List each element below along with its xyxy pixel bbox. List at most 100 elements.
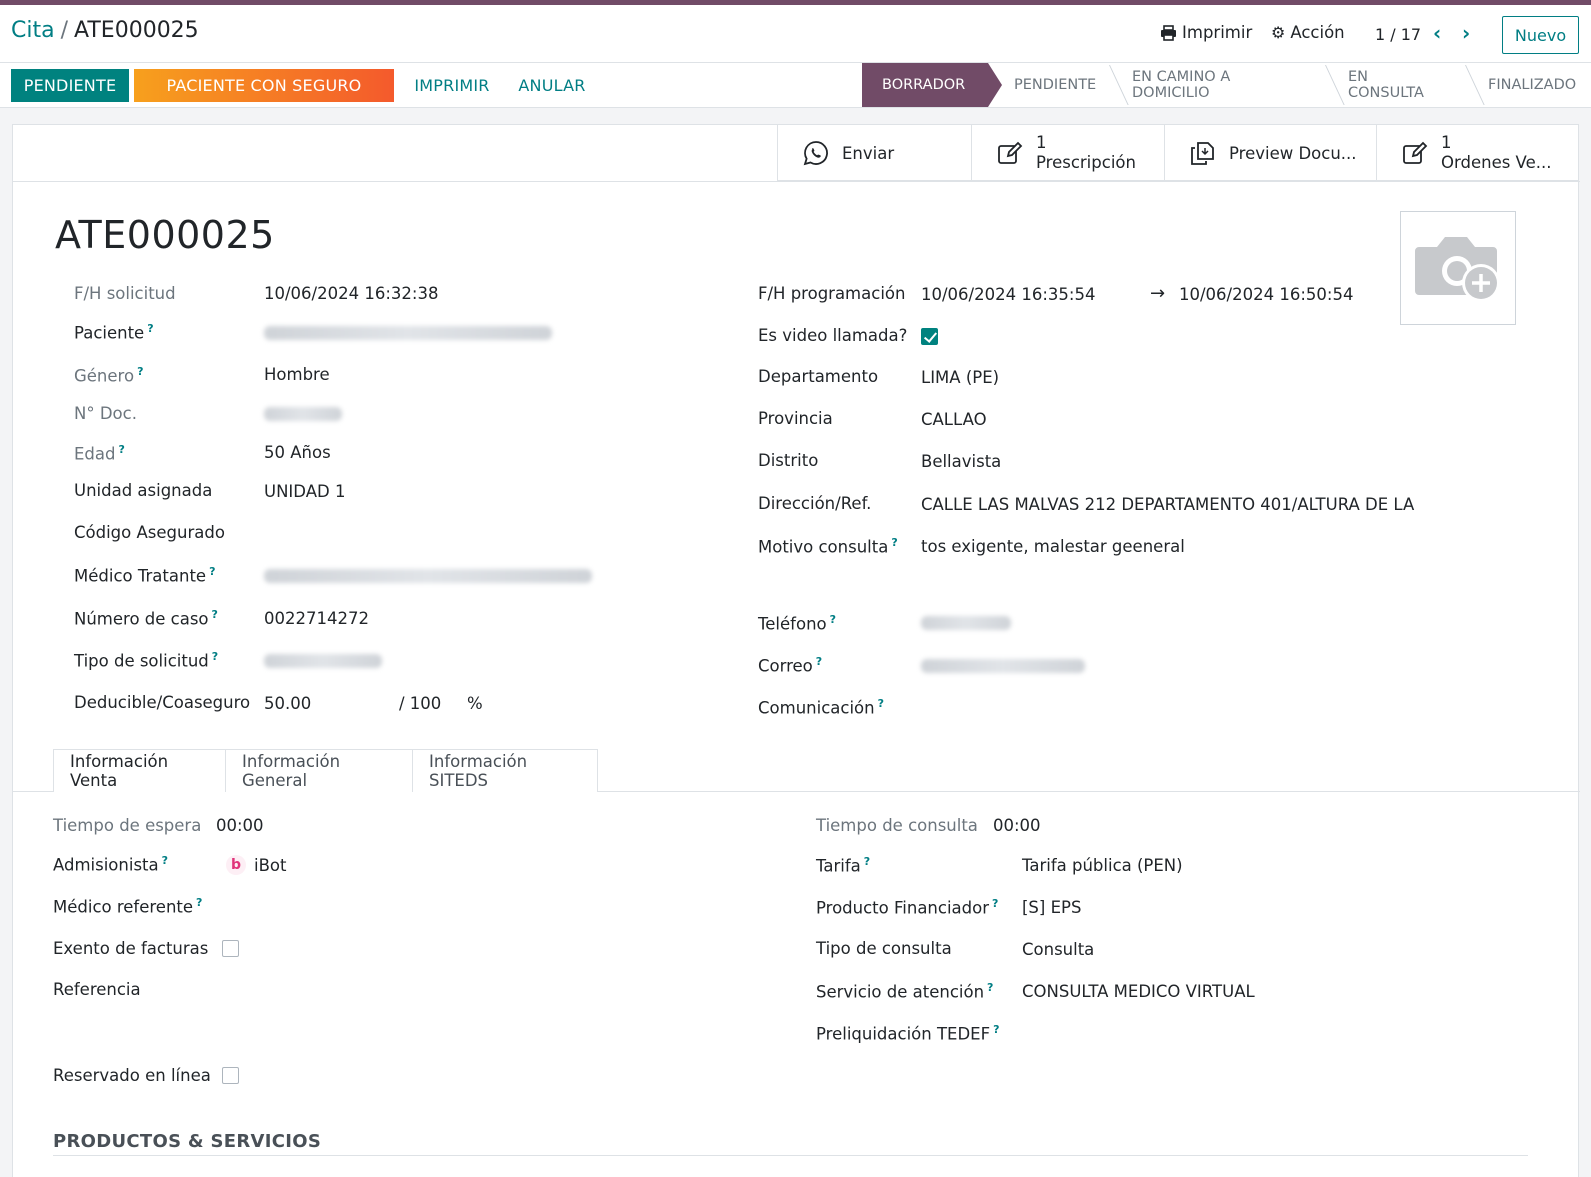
pager-value[interactable]: 1 / 17 [1375, 25, 1421, 44]
imprimir-button[interactable]: IMPRIMIR [408, 69, 496, 102]
section-divider [53, 1155, 1528, 1156]
tiempo-espera-label: Tiempo de espera [53, 816, 202, 835]
new-record-button[interactable]: Nuevo [1502, 16, 1579, 54]
video-llamada-checkbox[interactable] [921, 328, 938, 345]
tab-informacion-venta[interactable]: Información Venta [53, 749, 226, 792]
fh-programacion-end[interactable]: 10/06/2024 16:50:54 [1179, 285, 1353, 304]
gear-icon: ⚙ [1271, 23, 1286, 42]
motivo-consulta-value[interactable]: tos exigente, malestar geeneral [921, 537, 1185, 556]
status-bar: PENDIENTE PACIENTE CON SEGURO IMPRIMIR A… [0, 63, 1591, 108]
exento-facturas-checkbox[interactable] [222, 940, 239, 957]
tipo-solicitud-label: Tipo de solicitud? [74, 650, 219, 671]
notebook-tabs: Información Venta Información General In… [53, 749, 598, 792]
telefono-label: Teléfono? [758, 613, 837, 634]
pager-previous-icon[interactable]: ‹ [1433, 21, 1441, 45]
video-llamada-label: Es video llamada? [758, 326, 908, 345]
prescripcion-smart-button[interactable]: 1 Prescripción [971, 125, 1164, 181]
printer-icon [1161, 24, 1176, 41]
medico-referente-label: Médico referente? [53, 896, 203, 917]
ordenes-count: 1 [1441, 133, 1452, 152]
servicio-atencion-value[interactable]: CONSULTA MEDICO VIRTUAL [1022, 982, 1255, 1001]
form-sheet: Enviar 1 Prescripción Preview Docu... 1 Or… [12, 124, 1580, 1177]
breadcrumb-parent[interactable]: Cita [11, 18, 55, 43]
numero-caso-label: Número de caso? [74, 608, 218, 629]
breadcrumb-current: ATE000025 [74, 18, 199, 43]
preview-document-smart-button[interactable]: Preview Docu... [1164, 125, 1376, 181]
tipo-consulta-value[interactable]: Consulta [1022, 940, 1094, 959]
fh-programacion-start[interactable]: 10/06/2024 16:35:54 [921, 285, 1095, 304]
direccion-label: Dirección/Ref. [758, 494, 872, 513]
stage-pendiente[interactable]: PENDIENTE [988, 63, 1108, 107]
anular-button[interactable]: ANULAR [512, 69, 592, 102]
arrow-right-icon: → [1150, 283, 1166, 304]
unidad-label: Unidad asignada [74, 481, 213, 500]
genero-label: Género? [74, 365, 144, 386]
telefono-value-redacted[interactable] [921, 616, 1011, 630]
button-box-divider [13, 181, 1580, 182]
distrito-value[interactable]: Bellavista [921, 452, 1001, 471]
pager-next-icon[interactable]: › [1462, 21, 1470, 45]
admisionista-value[interactable]: b iBot [226, 855, 286, 875]
edad-label: Edad? [74, 443, 125, 464]
control-panel: Cita / ATE000025 Imprimir ⚙ Acción 1 / 17 … [0, 5, 1591, 63]
paciente-value-redacted[interactable] [264, 326, 552, 340]
unidad-value[interactable]: UNIDAD 1 [264, 482, 345, 501]
tab-informacion-siteds[interactable]: Información SITEDS [412, 749, 598, 792]
numero-caso-value: 0022714272 [264, 609, 369, 628]
servicio-atencion-label: Servicio de atención? [816, 981, 994, 1002]
motivo-consulta-label: Motivo consulta? [758, 536, 898, 557]
deducible-percent: % [467, 694, 483, 713]
paciente-label: Paciente? [74, 322, 154, 343]
enviar-smart-button[interactable]: Enviar [777, 125, 971, 181]
edit-icon [998, 141, 1023, 164]
tipo-solicitud-value-redacted[interactable] [264, 654, 382, 668]
copy-icon [1191, 142, 1214, 165]
exento-facturas-label: Exento de facturas [53, 939, 209, 958]
tiempo-consulta-label: Tiempo de consulta [816, 816, 978, 835]
reservado-linea-checkbox[interactable] [222, 1067, 239, 1084]
correo-value-redacted[interactable] [921, 659, 1085, 673]
medico-tratante-value-redacted[interactable] [264, 569, 592, 583]
tarifa-label: Tarifa? [816, 855, 871, 876]
direccion-value[interactable]: CALLE LAS MALVAS 212 DEPARTAMENTO 401/AL… [921, 495, 1414, 514]
ordenes-smart-button[interactable]: 1 Ordenes Ve... [1376, 125, 1579, 181]
record-title: ATE000025 [55, 213, 275, 257]
preliquidacion-label: Preliquidación TEDEF? [816, 1023, 1000, 1044]
action-menu-button[interactable]: ⚙ Acción [1271, 23, 1345, 42]
admisionista-name: iBot [254, 855, 287, 875]
print-menu-button[interactable]: Imprimir [1160, 23, 1252, 42]
stage-pipeline: BORRADOR PENDIENTE EN CAMINO A DOMICILIO… [862, 63, 1590, 107]
fh-programacion-label: F/H programación [758, 284, 906, 303]
edad-value: 50 Años [264, 443, 331, 462]
fh-solicitud-value: 10/06/2024 16:32:38 [264, 284, 439, 303]
tab-informacion-general[interactable]: Información General [225, 749, 413, 792]
tarifa-value[interactable]: Tarifa pública (PEN) [1022, 856, 1183, 875]
enviar-label: Enviar [842, 143, 895, 163]
stage-en-consulta[interactable]: EN CONSULTA [1324, 63, 1464, 107]
ndoc-label: N° Doc. [74, 404, 137, 423]
paciente-con-seguro-button[interactable]: PACIENTE CON SEGURO [134, 69, 394, 102]
deducible-value[interactable]: 50.00 [264, 694, 311, 713]
genero-value: Hombre [264, 365, 330, 384]
breadcrumb-separator: / [60, 18, 69, 43]
departamento-value[interactable]: LIMA (PE) [921, 368, 999, 387]
print-menu-label: Imprimir [1182, 23, 1253, 42]
provincia-value[interactable]: CALLAO [921, 410, 987, 429]
tipo-consulta-label: Tipo de consulta [816, 939, 952, 958]
reservado-linea-label: Reservado en línea [53, 1066, 211, 1085]
fh-solicitud-label: F/H solicitud [74, 284, 176, 303]
stage-en-camino[interactable]: EN CAMINO A DOMICILIO [1108, 63, 1324, 107]
stage-borrador[interactable]: BORRADOR [862, 63, 1002, 107]
provincia-label: Provincia [758, 409, 833, 428]
admisionista-label: Admisionista? [53, 854, 169, 875]
productos-servicios-heading: PRODUCTOS & SERVICIOS [53, 1131, 322, 1152]
preview-label: Preview Docu... [1229, 143, 1357, 163]
pendiente-button[interactable]: PENDIENTE [11, 69, 129, 102]
producto-financiador-value[interactable]: [S] EPS [1022, 898, 1081, 917]
referencia-label: Referencia [53, 980, 141, 999]
tiempo-espera-value: 00:00 [216, 816, 264, 835]
stage-finalizado[interactable]: FINALIZADO [1464, 63, 1590, 107]
distrito-label: Distrito [758, 451, 819, 470]
image-upload[interactable] [1400, 211, 1516, 325]
breadcrumb: Cita / ATE000025 [11, 18, 199, 43]
